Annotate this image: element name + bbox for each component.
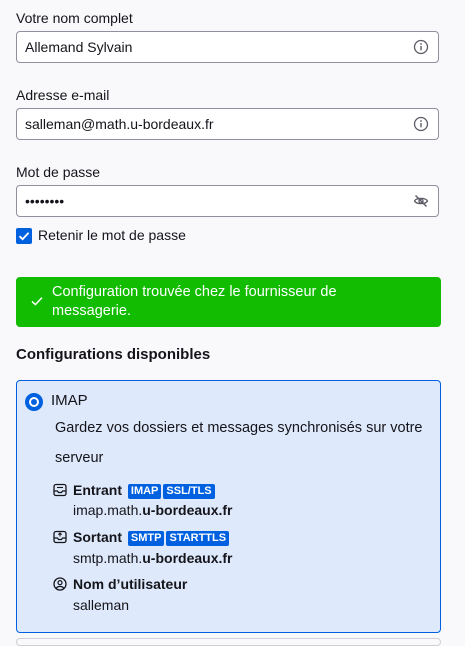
checkmark-icon <box>31 297 43 306</box>
incoming-protocol-badge: IMAP <box>127 484 162 499</box>
outgoing-row: Sortant SMTP STARTTLS <box>73 529 230 546</box>
remember-password-checkbox[interactable] <box>16 228 32 244</box>
config-option-imap[interactable]: IMAP Gardez vos dossiers et messages syn… <box>16 380 441 633</box>
outgoing-security-badge: STARTTLS <box>166 531 230 546</box>
username-value: salleman <box>73 597 130 613</box>
next-config-option[interactable] <box>16 638 441 646</box>
success-banner: Configuration trouvée chez le fournisseu… <box>16 277 441 327</box>
user-icon <box>53 577 67 591</box>
password-field[interactable] <box>17 186 405 216</box>
password-field-box <box>16 185 439 217</box>
name-field[interactable] <box>17 32 405 62</box>
protocol-description: Gardez vos dossiers et messages synchron… <box>55 420 423 466</box>
inbox-icon <box>53 483 67 497</box>
outgoing-protocol-badge: SMTP <box>127 531 165 546</box>
name-field-box <box>16 31 439 63</box>
checkmark-icon <box>18 232 30 241</box>
info-icon[interactable] <box>413 116 429 132</box>
outgoing-label: Sortant <box>73 529 122 545</box>
protocol-name: IMAP <box>51 392 88 409</box>
password-label: Mot de passe <box>16 164 101 180</box>
email-label: Adresse e-mail <box>16 87 110 103</box>
outbox-icon <box>53 530 67 544</box>
email-field-box <box>16 108 439 140</box>
outgoing-host: smtp.math.u-bordeaux.fr <box>73 550 232 566</box>
incoming-row: Entrant IMAP SSL/TLS <box>73 482 215 499</box>
username-label: Nom d’utilisateur <box>73 576 188 592</box>
eye-slash-icon[interactable] <box>413 193 429 209</box>
incoming-host-prefix: imap.math. <box>73 502 143 518</box>
incoming-label: Entrant <box>73 482 122 498</box>
outgoing-host-prefix: smtp.math. <box>73 550 143 566</box>
info-icon[interactable] <box>413 39 429 55</box>
remember-password-label[interactable]: Retenir le mot de passe <box>38 227 186 243</box>
email-field[interactable] <box>17 109 405 139</box>
incoming-host-domain: u-bordeaux.fr <box>142 502 233 518</box>
outgoing-host-domain: u-bordeaux.fr <box>142 550 233 566</box>
incoming-host: imap.math.u-bordeaux.fr <box>73 502 232 518</box>
imap-radio[interactable] <box>25 393 43 411</box>
banner-message: Configuration trouvée chez le fournisseu… <box>52 284 337 319</box>
incoming-security-badge: SSL/TLS <box>163 484 215 499</box>
configs-heading: Configurations disponibles <box>16 346 211 363</box>
name-label: Votre nom complet <box>16 10 133 26</box>
